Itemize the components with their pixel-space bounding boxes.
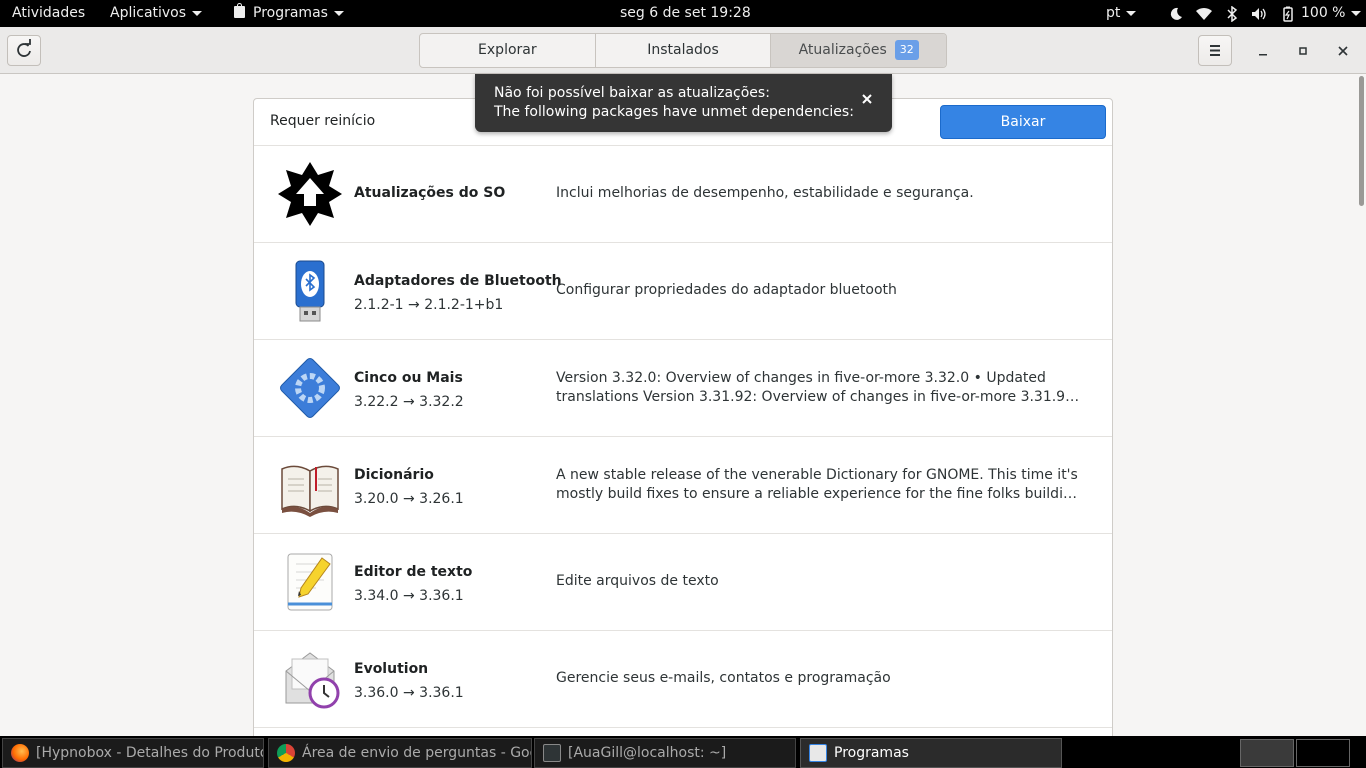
error-notification: Não foi possível baixar as atualizações:… [475, 74, 892, 132]
activities-button[interactable]: Atividades [12, 0, 85, 27]
update-row-five-or-more[interactable]: Cinco ou Mais 3.22.2 → 3.32.2 Version 3.… [254, 340, 1112, 437]
minimize-icon [1259, 54, 1267, 56]
battery-percentage[interactable]: 100 % [1301, 0, 1362, 27]
app-description: Inclui melhorias de desempenho, estabili… [556, 185, 974, 201]
tab-label: Explorar [478, 42, 537, 58]
notification-line: Não foi possível baixar as atualizações: [494, 85, 770, 101]
dictionary-icon [278, 453, 342, 517]
task-label: [AuaGill@localhost: ~] [568, 745, 727, 761]
clock[interactable]: seg 6 de set 19:28 [620, 0, 751, 27]
app-description: Configurar propriedades do adaptador blu… [556, 282, 897, 298]
close-icon [1338, 46, 1348, 56]
hamburger-icon [1210, 45, 1220, 56]
app-version: 3.22.2 → 3.32.2 [354, 394, 464, 410]
tab-explore[interactable]: Explorar [420, 34, 596, 67]
top-bar: Atividades Aplicativos Programas seg 6 d… [0, 0, 1366, 27]
terminal-icon [543, 744, 561, 762]
header-bar: Explorar Instalados Atualizações 32 [0, 27, 1366, 74]
tab-label: Instalados [647, 42, 719, 58]
minimize-button[interactable] [1253, 41, 1273, 61]
update-row-text-editor[interactable]: Editor de texto 3.34.0 → 3.36.1 Edite ar… [254, 534, 1112, 631]
five-or-more-icon [278, 356, 342, 420]
description-line: A new stable release of the venerable Di… [556, 467, 1078, 483]
chrome-icon [277, 744, 295, 762]
task-label: [Hypnobox - Detalhes do Produto ... [36, 745, 264, 761]
chevron-down-icon [192, 10, 203, 16]
view-switcher: Explorar Instalados Atualizações 32 [419, 33, 947, 68]
tab-updates[interactable]: Atualizações 32 [771, 34, 946, 67]
wifi-icon[interactable] [1196, 6, 1212, 22]
update-row-os[interactable]: Atualizações do SO Inclui melhorias de d… [254, 146, 1112, 243]
workspace-2[interactable] [1296, 739, 1350, 767]
app-description: A new stable release of the venerable Di… [556, 466, 1082, 504]
description-line: Version 3.32.0: Overview of changes in f… [556, 370, 1046, 386]
programs-label: Programas [253, 5, 328, 21]
update-row-dictionary[interactable]: Dicionário 3.20.0 → 3.26.1 A new stable … [254, 437, 1112, 534]
workspace-1[interactable] [1240, 739, 1294, 767]
app-name: Adaptadores de Bluetooth [354, 273, 562, 289]
maximize-button[interactable] [1293, 41, 1313, 61]
language-label: pt [1106, 5, 1121, 21]
chevron-down-icon [1126, 10, 1137, 16]
notification-line: The following packages have unmet depend… [494, 104, 854, 120]
task-terminal[interactable]: [AuaGill@localhost: ~] [534, 738, 796, 768]
app-description: Gerencie seus e-mails, contatos e progra… [556, 670, 891, 686]
app-version: 3.36.0 → 3.36.1 [354, 685, 464, 701]
volume-icon[interactable] [1251, 6, 1267, 22]
updates-count-badge: 32 [894, 40, 919, 60]
description-line: mostly build fixes to ensure a reliable … [556, 486, 1082, 502]
battery-icon[interactable] [1280, 6, 1296, 22]
task-label: Área de envio de perguntas - Goog... [302, 745, 531, 761]
task-chrome[interactable]: Área de envio de perguntas - Goog... [268, 738, 532, 768]
close-icon [862, 94, 872, 104]
app-name: Dicionário [354, 467, 434, 483]
applications-label: Aplicativos [110, 5, 187, 21]
close-button[interactable] [1333, 41, 1353, 61]
app-version: 3.20.0 → 3.26.1 [354, 491, 464, 507]
battery-label: 100 % [1301, 5, 1346, 21]
task-label: Programas [834, 745, 909, 761]
app-description: Version 3.32.0: Overview of changes in f… [556, 369, 1082, 407]
taskbar: [Hypnobox - Detalhes do Produto ... Área… [0, 736, 1366, 768]
chevron-down-icon [333, 10, 344, 16]
task-software[interactable]: Programas [800, 738, 1062, 768]
description-line: translations Version 3.31.92: Overview o… [556, 389, 1082, 405]
evolution-icon [278, 647, 342, 711]
app-name: Evolution [354, 661, 429, 677]
refresh-icon [17, 39, 31, 57]
updates-panel: Requer reinício Baixar Atualizações do S… [253, 98, 1113, 748]
scrollbar[interactable] [1359, 76, 1364, 206]
applications-menu[interactable]: Aplicativos [110, 0, 203, 27]
app-version: 3.34.0 → 3.36.1 [354, 588, 464, 604]
chevron-down-icon [1351, 10, 1362, 16]
language-menu[interactable]: pt [1106, 0, 1137, 27]
text-editor-icon [278, 550, 342, 614]
maximize-icon [1299, 47, 1307, 55]
app-name: Atualizações do SO [354, 185, 506, 201]
update-row-evolution[interactable]: Evolution 3.36.0 → 3.36.1 Gerencie seus … [254, 631, 1112, 728]
update-row-bluetooth[interactable]: Adaptadores de Bluetooth 2.1.2-1 → 2.1.2… [254, 243, 1112, 340]
bag-icon [234, 3, 245, 18]
tab-installed[interactable]: Instalados [596, 34, 772, 67]
app-name: Editor de texto [354, 564, 473, 580]
close-notification-button[interactable] [860, 92, 874, 106]
refresh-button[interactable] [7, 35, 41, 66]
menu-button[interactable] [1198, 35, 1232, 66]
app-version: 2.1.2-1 → 2.1.2-1+b1 [354, 297, 504, 313]
download-button[interactable]: Baixar [940, 105, 1106, 139]
os-update-icon [278, 162, 342, 226]
section-title: Requer reinício [270, 113, 376, 129]
app-description: Edite arquivos de texto [556, 573, 719, 589]
app-name: Cinco ou Mais [354, 370, 463, 386]
tab-label: Atualizações [798, 42, 887, 58]
bluetooth-adapter-icon [278, 259, 342, 323]
programs-menu[interactable]: Programas [234, 0, 344, 27]
bluetooth-icon[interactable] [1224, 5, 1240, 23]
firefox-icon [11, 744, 29, 762]
night-light-icon[interactable] [1168, 6, 1184, 22]
task-firefox[interactable]: [Hypnobox - Detalhes do Produto ... [2, 738, 264, 768]
software-icon [809, 744, 827, 762]
